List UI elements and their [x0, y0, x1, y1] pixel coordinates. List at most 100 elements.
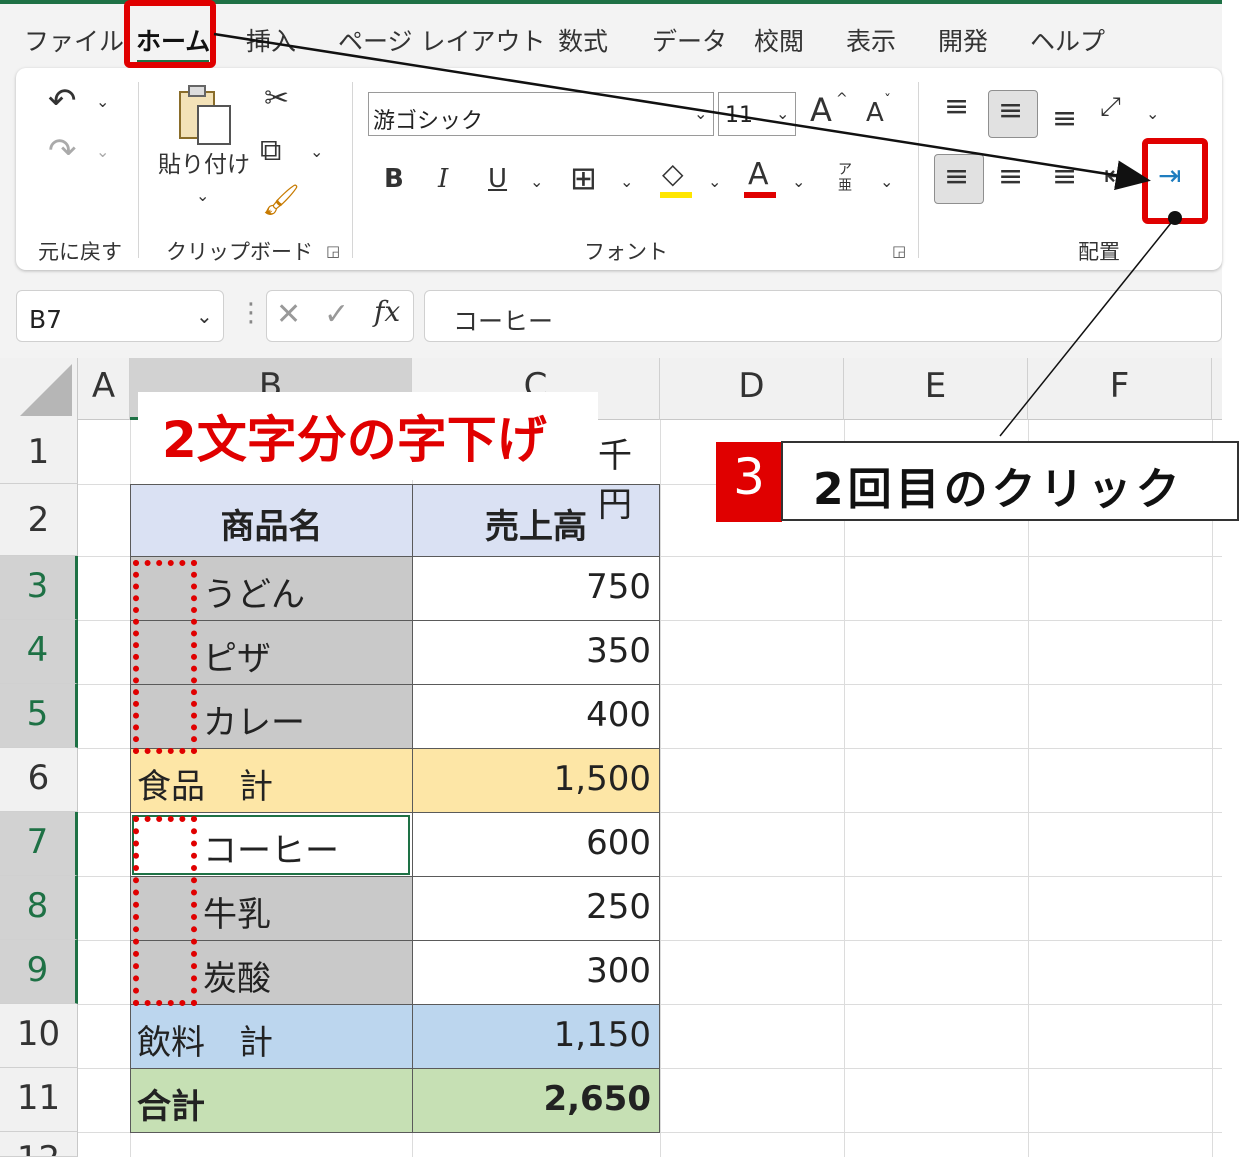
gridline [844, 420, 845, 1157]
row-header-2[interactable]: 2 [0, 484, 78, 556]
copy-icon[interactable]: ⧉ [260, 136, 281, 166]
column-header-a[interactable]: A [78, 358, 130, 420]
group-separator [918, 82, 919, 258]
row-header-9[interactable]: 9 [0, 940, 78, 1004]
paste-label[interactable]: 貼り付け [158, 154, 250, 177]
home-tab-highlight [124, 0, 216, 68]
redo-icon[interactable]: ↷ [48, 134, 77, 168]
align-left-icon: ≡ [944, 159, 970, 194]
bold-button[interactable]: B [384, 166, 404, 192]
font-size-value: 11 [725, 103, 753, 128]
align-middle-icon: ≡ [998, 93, 1024, 128]
orientation-icon[interactable]: ⤢ [1100, 94, 1121, 120]
chevron-down-icon[interactable]: ⌄ [694, 104, 707, 123]
chevron-down-icon[interactable]: ⌄ [1146, 104, 1159, 123]
tab-review[interactable]: 校閲 [754, 22, 804, 58]
undo-icon[interactable]: ↶ [48, 84, 77, 118]
row-header-7[interactable]: 7 [0, 812, 78, 876]
row-header-3[interactable]: 3 [0, 556, 78, 620]
insert-function-button[interactable]: fx [374, 298, 400, 326]
cell-c10[interactable]: 1,150 [412, 1004, 660, 1069]
tab-file[interactable]: ファイル [24, 22, 124, 58]
undo-group-label: 元に戻す [38, 240, 122, 264]
row-header-1[interactable]: 1 [0, 420, 78, 484]
gridline [1028, 420, 1029, 1157]
gridline [660, 420, 661, 1157]
chevron-down-icon[interactable]: ⌄ [310, 142, 323, 161]
name-box-value: B7 [29, 305, 63, 334]
tab-data[interactable]: データ [652, 22, 727, 58]
cell-b6[interactable]: 食品 計 [130, 748, 413, 813]
tab-insert[interactable]: 挿入 [246, 22, 296, 58]
cell-c5[interactable]: 400 [412, 684, 660, 749]
cell-c11[interactable]: 2,650 [412, 1068, 660, 1133]
align-right-icon[interactable]: ≡ [1052, 162, 1077, 192]
dialog-launcher-icon[interactable]: ◲ [326, 242, 340, 260]
tab-formulas[interactable]: 数式 [558, 22, 608, 58]
chevron-down-icon[interactable]: ⌄ [792, 172, 805, 191]
shrink-font-caret-icon: ˇ [884, 93, 891, 109]
indent-highlight-food [133, 560, 197, 754]
cell-c3[interactable]: 750 [412, 556, 660, 621]
row-header-10[interactable]: 10 [0, 1004, 78, 1068]
chevron-down-icon[interactable]: ⌄ [880, 172, 893, 191]
row-header-11[interactable]: 11 [0, 1068, 78, 1132]
chevron-down-icon[interactable]: ⌄ [708, 172, 721, 191]
cell-c7[interactable]: 600 [412, 812, 660, 877]
align-top-icon[interactable]: ≡ [944, 92, 969, 122]
step-number-badge: 3 [716, 442, 782, 522]
cancel-icon[interactable]: ✕ [276, 300, 301, 330]
chevron-down-icon[interactable]: ⌄ [196, 304, 213, 328]
chevron-down-icon[interactable]: ⌄ [96, 142, 109, 161]
chevron-down-icon[interactable]: ⌄ [776, 104, 789, 123]
font-color-swatch [744, 192, 776, 198]
grow-font-button[interactable]: A [810, 94, 832, 126]
align-center-icon[interactable]: ≡ [998, 162, 1023, 192]
font-name-select[interactable]: 游ゴシック [368, 92, 714, 136]
align-bottom-icon[interactable]: ≡ [1052, 104, 1077, 134]
chevron-down-icon[interactable]: ⌄ [196, 186, 209, 205]
paste-icon[interactable] [176, 84, 236, 148]
enter-icon[interactable]: ✓ [324, 300, 349, 330]
column-header-f[interactable]: F [1028, 358, 1212, 420]
decrease-indent-icon[interactable]: ⇤ [1104, 162, 1127, 190]
cell-b10[interactable]: 飲料 計 [130, 1004, 413, 1069]
font-group-label: フォント [584, 240, 668, 264]
tab-help[interactable]: ヘルプ [1030, 22, 1105, 58]
tab-page-layout[interactable]: ページ レイアウト [338, 22, 545, 58]
formula-input[interactable]: コーヒー [424, 290, 1222, 342]
formula-value: コーヒー [453, 307, 554, 336]
increase-indent-highlight [1142, 138, 1208, 224]
underline-button[interactable]: U [488, 166, 507, 192]
tab-view[interactable]: 表示 [846, 22, 896, 58]
row-header-8[interactable]: 8 [0, 876, 78, 940]
chevron-down-icon[interactable]: ⌄ [96, 92, 109, 111]
tab-developer[interactable]: 開発 [938, 22, 988, 58]
name-box[interactable]: B7 [16, 290, 224, 342]
column-header-d[interactable]: D [660, 358, 844, 420]
chevron-down-icon[interactable]: ⌄ [530, 172, 543, 191]
borders-icon[interactable]: ⊞ [570, 162, 597, 194]
select-all-triangle-icon [20, 364, 72, 416]
cell-c4[interactable]: 350 [412, 620, 660, 685]
cell-c9[interactable]: 300 [412, 940, 660, 1005]
row-header-6[interactable]: 6 [0, 748, 78, 812]
header-product-name[interactable]: 商品名 [130, 484, 413, 557]
format-painter-icon[interactable]: 🖌 [262, 186, 300, 216]
cell-c6[interactable]: 1,500 [412, 748, 660, 813]
more-options-icon[interactable]: ⋮ [238, 300, 264, 326]
chevron-down-icon[interactable]: ⌄ [620, 172, 633, 191]
fill-color-icon[interactable]: ◇ [662, 160, 684, 188]
dialog-launcher-icon[interactable]: ◲ [892, 242, 906, 260]
font-color-button[interactable]: A [748, 160, 769, 190]
cell-b11[interactable]: 合計 [130, 1068, 413, 1133]
row-header-12[interactable]: 12 [0, 1132, 78, 1157]
italic-button[interactable]: I [438, 166, 448, 192]
shrink-font-button[interactable]: A [866, 100, 884, 126]
cut-icon[interactable]: ✂ [264, 84, 289, 114]
phonetic-button[interactable]: ア亜 [838, 162, 858, 194]
cell-c8[interactable]: 250 [412, 876, 660, 941]
row-header-5[interactable]: 5 [0, 684, 78, 748]
column-header-e[interactable]: E [844, 358, 1028, 420]
row-header-4[interactable]: 4 [0, 620, 78, 684]
